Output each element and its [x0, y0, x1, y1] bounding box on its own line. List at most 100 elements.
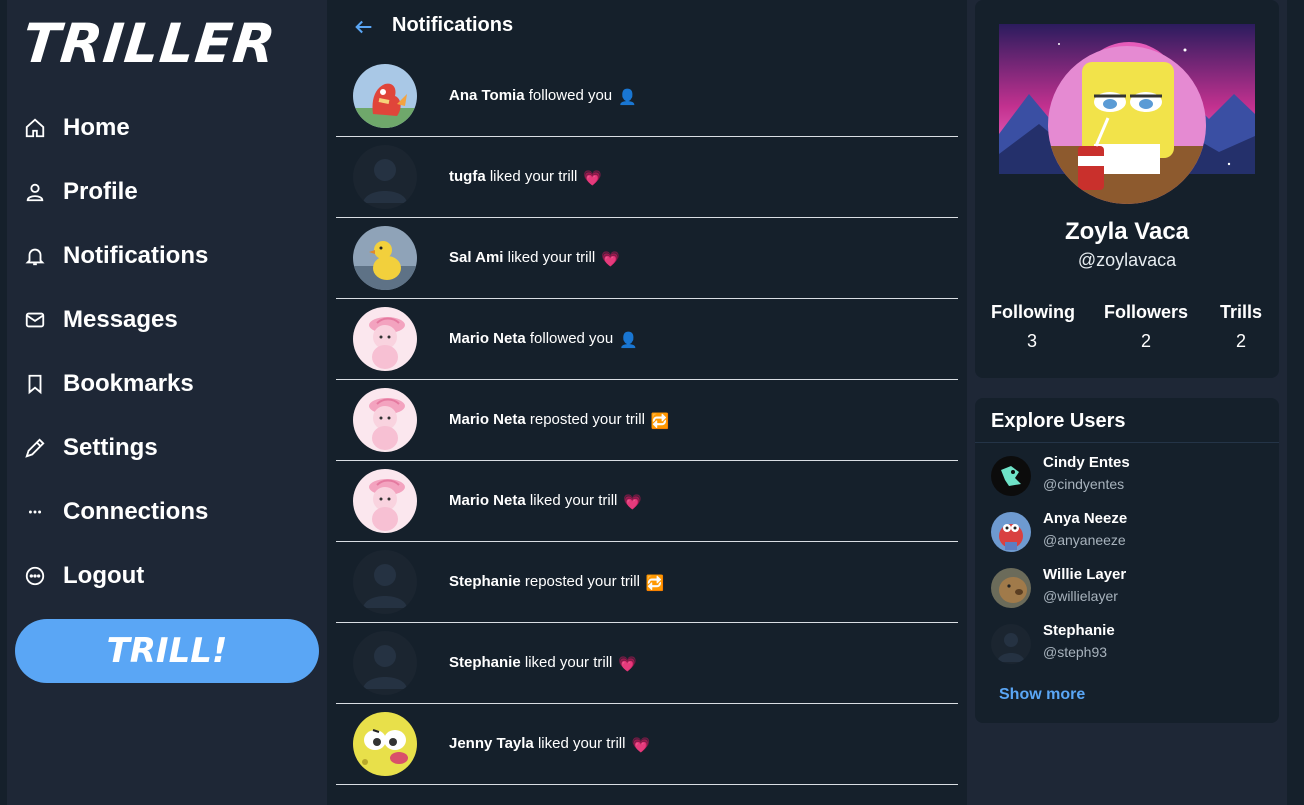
avatar[interactable]: [353, 145, 417, 209]
user-name: Stephanie: [1043, 622, 1115, 639]
sidebar-item-label: Settings: [63, 434, 158, 461]
sidebar-item-logout[interactable]: Logout: [23, 544, 313, 608]
circle-dots-icon: [23, 564, 47, 588]
sidebar-item-home[interactable]: Home: [23, 96, 313, 160]
sidebar-item-messages[interactable]: Messages: [23, 288, 313, 352]
user-handle: @willielayer: [1043, 588, 1118, 604]
notification-user[interactable]: Sal Ami: [449, 249, 503, 266]
user-name: Cindy Entes: [1043, 454, 1130, 471]
notification-user[interactable]: Ana Tomia: [449, 87, 525, 104]
avatar[interactable]: [353, 307, 417, 371]
heart-icon: 💗: [583, 170, 603, 187]
explore-user[interactable]: Anya Neeze @anyaneeze: [991, 508, 1261, 556]
notification-text: Mario Neta followed you 👤: [449, 330, 638, 349]
notification-user[interactable]: Stephanie: [449, 573, 521, 590]
explore-user[interactable]: Stephanie @steph93: [991, 620, 1261, 668]
sidebar-item-label: Messages: [63, 306, 178, 333]
avatar: [991, 456, 1031, 496]
person-icon: 👤: [618, 89, 637, 106]
profile-avatar[interactable]: [1048, 46, 1206, 204]
stat-value: 2: [1235, 331, 1246, 351]
person-icon: 👤: [619, 332, 638, 349]
show-more-link[interactable]: Show more: [999, 686, 1085, 704]
notification-action: liked your trill: [507, 249, 596, 266]
back-arrow-icon[interactable]: [353, 16, 375, 38]
user-handle: @anyaneeze: [1043, 532, 1126, 548]
explore-user[interactable]: Willie Layer @willielayer: [991, 564, 1261, 612]
heart-icon: 💗: [631, 737, 651, 754]
notification-user[interactable]: Mario Neta: [449, 411, 526, 428]
notification-user[interactable]: Mario Neta: [449, 492, 526, 509]
notification-item[interactable]: tugfa liked your trill 💗: [336, 137, 958, 218]
stat-value: 3: [1026, 331, 1037, 351]
profile-name: Zoyla Vaca: [1064, 218, 1190, 245]
stat-value: 2: [1140, 331, 1151, 351]
stat-following[interactable]: Following 3: [991, 302, 1075, 352]
divider: [975, 442, 1279, 443]
stat-trills[interactable]: Trills 2: [1217, 302, 1265, 352]
pencil-icon: [23, 436, 47, 460]
notification-item[interactable]: Mario Neta reposted your trill 🔁: [336, 380, 958, 461]
avatar[interactable]: [353, 631, 417, 695]
sidebar: TRILLER Home Profile Notifications Messa…: [7, 0, 327, 805]
avatar: [991, 568, 1031, 608]
notification-text: Mario Neta liked your trill 💗: [449, 492, 642, 511]
right-sidebar: Zoyla Vaca @zoylavaca Following 3 Follow…: [967, 0, 1287, 805]
profile-card: Zoyla Vaca @zoylavaca Following 3 Follow…: [975, 0, 1279, 378]
bookmark-icon: [23, 372, 47, 396]
avatar[interactable]: [353, 469, 417, 533]
notification-user[interactable]: Mario Neta: [449, 330, 526, 347]
envelope-icon: [23, 308, 47, 332]
notification-item[interactable]: Sal Ami liked your trill 💗: [336, 218, 958, 299]
notification-action: liked your trill: [537, 735, 626, 752]
sidebar-nav: Home Profile Notifications Messages Book…: [23, 96, 313, 608]
bell-icon: [23, 244, 47, 268]
stat-followers[interactable]: Followers 2: [1103, 302, 1189, 352]
notification-user[interactable]: Jenny Tayla: [449, 735, 534, 752]
notification-action: followed you: [528, 87, 613, 104]
notification-user[interactable]: tugfa: [449, 168, 486, 185]
notifications-panel: Notifications Ana Tomia followed you 👤 tu…: [336, 0, 958, 805]
sidebar-item-label: Bookmarks: [63, 370, 194, 397]
sidebar-item-profile[interactable]: Profile: [23, 160, 313, 224]
explore-title: Explore Users: [991, 410, 1126, 432]
notification-item[interactable]: Ana Tomia followed you 👤: [336, 56, 958, 137]
sidebar-item-bookmarks[interactable]: Bookmarks: [23, 352, 313, 416]
sidebar-item-connections[interactable]: Connections: [23, 480, 313, 544]
user-handle: @steph93: [1043, 644, 1108, 660]
page-title: Notifications: [392, 14, 514, 36]
notification-text: Stephanie reposted your trill 🔁: [449, 573, 665, 592]
notification-item[interactable]: Stephanie reposted your trill 🔁: [336, 542, 958, 623]
notification-item[interactable]: Stephanie liked your trill 💗: [336, 623, 958, 704]
avatar[interactable]: [353, 712, 417, 776]
repost-icon: 🔁: [650, 413, 670, 430]
repost-icon: 🔁: [645, 575, 665, 592]
notification-item[interactable]: Mario Neta liked your trill 💗: [336, 461, 958, 542]
dots-icon: [23, 500, 47, 524]
user-name: Willie Layer: [1043, 566, 1127, 583]
sidebar-item-label: Connections: [63, 498, 209, 525]
avatar[interactable]: [353, 550, 417, 614]
avatar[interactable]: [353, 64, 417, 128]
notifications-header: Notifications: [336, 0, 958, 56]
explore-user[interactable]: Cindy Entes @cindyentes: [991, 452, 1261, 500]
notification-text: tugfa liked your trill 💗: [449, 168, 602, 187]
sidebar-item-notifications[interactable]: Notifications: [23, 224, 313, 288]
notification-text: Stephanie liked your trill 💗: [449, 654, 637, 673]
avatar[interactable]: [353, 226, 417, 290]
explore-users-card: Explore Users Cindy Entes @cindyentes An…: [975, 398, 1279, 723]
user-icon: [23, 180, 47, 204]
notification-item[interactable]: Jenny Tayla liked your trill 💗: [336, 704, 958, 785]
notification-text: Ana Tomia followed you 👤: [449, 87, 637, 106]
trill-button[interactable]: TRILL!: [15, 619, 319, 683]
sidebar-item-label: Profile: [63, 178, 138, 205]
avatar: [991, 512, 1031, 552]
sidebar-item-settings[interactable]: Settings: [23, 416, 313, 480]
notification-item[interactable]: Mario Neta followed you 👤: [336, 299, 958, 380]
avatar[interactable]: [353, 388, 417, 452]
notification-action: reposted your trill: [529, 411, 645, 428]
sidebar-item-label: Notifications: [63, 242, 209, 269]
notification-text: Mario Neta reposted your trill 🔁: [449, 411, 670, 430]
triller-logo[interactable]: TRILLER: [20, 12, 279, 75]
notification-user[interactable]: Stephanie: [449, 654, 521, 671]
